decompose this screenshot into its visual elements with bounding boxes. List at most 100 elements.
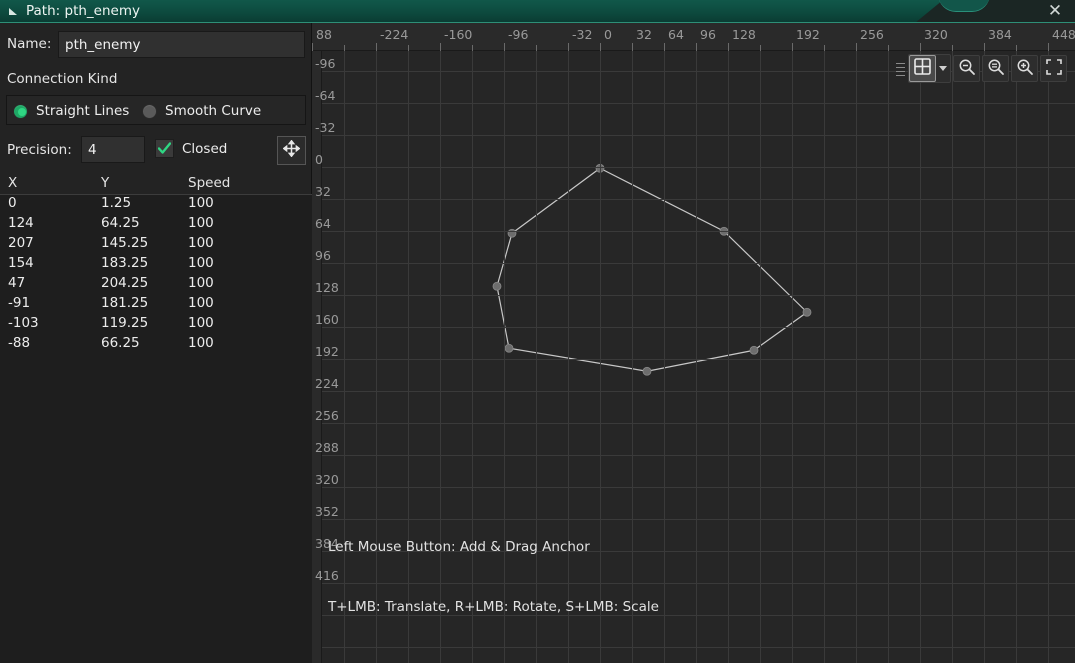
move-cross-icon	[282, 139, 301, 161]
ruler-label-x: 256	[860, 27, 884, 42]
cell-speed: 100	[188, 315, 214, 331]
ruler-label-x: 448	[1052, 27, 1075, 42]
connection-kind-group: Straight Lines Smooth Curve	[6, 95, 306, 125]
chevron-down-icon[interactable]	[936, 55, 950, 82]
horizontal-ruler[interactable]: 88 -224 -160 -96 -32 0 32 64 96 128 192 256 320 384 44…	[312, 23, 1075, 51]
move-tool-button[interactable]	[277, 136, 306, 165]
closed-checkbox[interactable]: Closed	[155, 139, 227, 158]
zoom-out-button[interactable]	[953, 55, 980, 82]
table-row[interactable]: 124 64.25 100	[0, 215, 312, 235]
ruler-label-x: 192	[796, 27, 820, 42]
zoom-reset-button[interactable]	[982, 55, 1009, 82]
ruler-label-y: 32	[315, 184, 331, 199]
asset-triangle-icon	[8, 6, 18, 16]
cell-speed: 100	[188, 235, 214, 251]
name-input[interactable]	[58, 31, 305, 58]
cell-speed: 100	[188, 275, 214, 291]
ruler-label-x: 88	[316, 27, 332, 42]
ruler-label-y: 224	[315, 376, 339, 391]
table-row[interactable]: 0 1.25 100	[0, 195, 312, 215]
status-line-1: Left Mouse Button: Add & Drag Anchor	[328, 539, 590, 555]
grid-line-vertical	[856, 51, 857, 663]
ruler-label-x: -160	[444, 27, 473, 42]
cell-y: 119.25	[101, 315, 149, 331]
cell-y: 66.25	[101, 335, 140, 351]
path-anchor-6[interactable]	[492, 281, 502, 291]
closed-label: Closed	[182, 140, 228, 157]
ruler-label-y: 64	[315, 216, 331, 231]
cell-y: 64.25	[101, 215, 140, 231]
grid-line-vertical	[792, 51, 793, 663]
radio-straight-lines[interactable]: Straight Lines	[13, 101, 129, 121]
grid-line-vertical	[952, 51, 953, 663]
grid-line-vertical	[1048, 51, 1049, 663]
path-anchor-2[interactable]	[802, 307, 812, 317]
table-row[interactable]: -103 119.25 100	[0, 315, 312, 335]
grid-snap-button[interactable]	[909, 55, 936, 82]
grid-line-horizontal	[322, 103, 1075, 104]
ruler-label-y: 320	[315, 472, 339, 487]
status-line-2: T+LMB: Translate, R+LMB: Rotate, S+LMB: …	[328, 599, 659, 615]
grid-line-horizontal	[322, 423, 1075, 424]
grid-line-vertical	[984, 51, 985, 663]
ruler-label-y: 192	[315, 344, 339, 359]
grid-line-horizontal	[322, 295, 1075, 296]
window-titlebar: Path: pth_enemy ✕	[0, 0, 1075, 23]
ruler-label-x: -224	[380, 27, 409, 42]
grid-line-vertical	[888, 51, 889, 663]
canvas-toolbar	[894, 52, 1067, 85]
cell-speed: 100	[188, 335, 214, 351]
ruler-label-x: -32	[572, 27, 593, 42]
ruler-label-x: 0	[604, 27, 612, 42]
path-anchor-5[interactable]	[504, 343, 514, 353]
name-row: Name:	[0, 31, 312, 60]
table-row[interactable]: 207 145.25 100	[0, 235, 312, 255]
grid-line-horizontal	[322, 231, 1075, 232]
close-icon[interactable]: ✕	[1045, 2, 1065, 22]
cell-x: -91	[8, 295, 31, 311]
ruler-label-y: 288	[315, 440, 339, 455]
precision-row: Precision: Closed	[0, 133, 312, 169]
grid-line-vertical	[1016, 51, 1017, 663]
grip-icon[interactable]	[894, 56, 906, 82]
ruler-label-x: 128	[732, 27, 756, 42]
zoom-in-icon	[1016, 58, 1034, 80]
column-header-x: X	[8, 175, 18, 191]
cell-y: 1.25	[101, 195, 132, 211]
path-canvas-area[interactable]: 88 -224 -160 -96 -32 0 32 64 96 128 192 256 320 384 44…	[312, 23, 1075, 663]
cell-speed: 100	[188, 195, 214, 211]
table-row[interactable]: -88 66.25 100	[0, 335, 312, 355]
path-anchor-3[interactable]	[749, 345, 759, 355]
ruler-label-x: -96	[508, 27, 529, 42]
precision-input[interactable]	[81, 136, 145, 163]
expand-icon	[1045, 58, 1063, 80]
radio-smooth-curve[interactable]: Smooth Curve	[142, 101, 261, 121]
table-row[interactable]: 47 204.25 100	[0, 275, 312, 295]
cell-y: 145.25	[101, 235, 149, 251]
fit-to-view-button[interactable]	[1040, 55, 1067, 82]
cell-speed: 100	[188, 215, 214, 231]
cell-x: 207	[8, 235, 34, 251]
ruler-label-y: 256	[315, 408, 339, 423]
status-hints: Left Mouse Button: Add & Drag Anchor T+L…	[328, 497, 659, 657]
grid-line-horizontal	[322, 359, 1075, 360]
table-row[interactable]: 154 183.25 100	[0, 255, 312, 275]
ruler-label-x: 64	[668, 27, 684, 42]
connection-kind-label: Connection Kind	[7, 71, 118, 87]
points-table-body[interactable]: 0 1.25 100 124 64.25 100 207 145.25 100 …	[0, 195, 312, 663]
grid-line-horizontal	[322, 135, 1075, 136]
ruler-label-x: 384	[988, 27, 1012, 42]
ruler-label-y: -64	[315, 88, 336, 103]
cell-x: 124	[8, 215, 34, 231]
grid-line-vertical	[760, 51, 761, 663]
column-header-y: Y	[101, 175, 110, 191]
grid-line-vertical	[920, 51, 921, 663]
ruler-label-y: 96	[315, 248, 331, 263]
ruler-label-x: 320	[924, 27, 948, 42]
inspector-panel: Name: Connection Kind Straight Lines Smo…	[0, 23, 312, 663]
titlebar-fill	[0, 0, 1010, 23]
zoom-in-button[interactable]	[1011, 55, 1038, 82]
table-row[interactable]: -91 181.25 100	[0, 295, 312, 315]
grid-line-horizontal	[322, 199, 1075, 200]
path-anchor-4[interactable]	[642, 366, 652, 376]
